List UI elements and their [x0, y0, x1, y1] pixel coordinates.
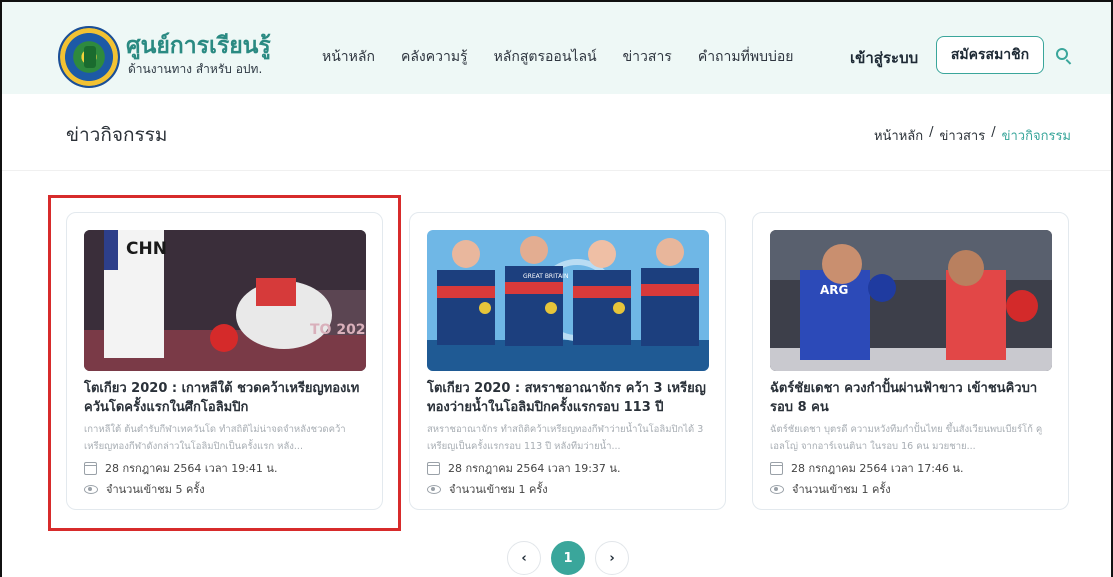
- logo-subtitle: ด้านงานทาง สำหรับ อปท.: [128, 62, 263, 76]
- news-card[interactable]: ARG ฉัตร์ชัยเดชา ควงกำปั้นผ่านฟ้าขาว เข้…: [752, 212, 1069, 510]
- eye-icon: [84, 484, 98, 494]
- main-nav: หน้าหลัก คลังความรู้ หลักสูตรออนไลน์ ข่า…: [322, 46, 819, 68]
- card-views: จำนวนเข้าชม 1 ครั้ง: [770, 480, 891, 498]
- calendar-icon: [427, 461, 440, 475]
- card-excerpt: เกาหลีใต้ ต้นตำรับกีฬาเทควันโด ทำสถิติไม…: [84, 424, 346, 452]
- card-image[interactable]: ARG: [770, 230, 1052, 371]
- card-date-text: 28 กรกฎาคม 2564 เวลา 19:41 น.: [105, 462, 278, 475]
- page-1-button[interactable]: 1: [551, 541, 585, 575]
- card-title[interactable]: ฉัตร์ชัยเดชา ควงกำปั้นผ่านฟ้าขาว เข้าชนค…: [770, 379, 1056, 417]
- logo-title[interactable]: ศูนย์การเรียนรู้: [126, 28, 271, 64]
- eye-icon: [770, 484, 784, 494]
- site-header: ศูนย์การเรียนรู้ ด้านงานทาง สำหรับ อปท. …: [2, 2, 1111, 94]
- card-date-text: 28 กรกฎาคม 2564 เวลา 17:46 น.: [791, 462, 964, 475]
- nav-news[interactable]: ข่าวสาร: [623, 46, 672, 68]
- card-image[interactable]: CHN TO 2020: [84, 230, 366, 371]
- nav-faq[interactable]: คำถามที่พบบ่อย: [698, 46, 794, 68]
- search-icon[interactable]: [1056, 48, 1068, 60]
- next-page-button[interactable]: ›: [595, 541, 629, 575]
- breadcrumb-separator: /: [991, 125, 996, 140]
- breadcrumb: หน้าหลัก / ข่าวสาร / ข่าวกิจกรรม: [874, 125, 1071, 146]
- prev-page-button[interactable]: ‹: [507, 541, 541, 575]
- card-date: 28 กรกฎาคม 2564 เวลา 19:37 น.: [427, 459, 620, 477]
- news-card[interactable]: CHN TO 2020 โตเกียว 2020 : เกาหลีใต้ ชวด…: [66, 212, 383, 510]
- taekwondo-photo: CHN TO 2020: [84, 230, 366, 371]
- eye-icon: [427, 484, 441, 494]
- card-date-text: 28 กรกฎาคม 2564 เวลา 19:37 น.: [448, 462, 621, 475]
- nav-home[interactable]: หน้าหลัก: [322, 46, 375, 68]
- calendar-icon: [770, 461, 783, 475]
- card-views: จำนวนเข้าชม 5 ครั้ง: [84, 480, 205, 498]
- card-image-text: TO 2020: [310, 322, 366, 338]
- card-image[interactable]: GREAT BRITAIN: [427, 230, 709, 371]
- breadcrumb-news[interactable]: ข่าวสาร: [940, 125, 986, 146]
- card-image-text: GREAT BRITAIN: [523, 273, 568, 280]
- card-views: จำนวนเข้าชม 1 ครั้ง: [427, 480, 548, 498]
- card-date: 28 กรกฎาคม 2564 เวลา 17:46 น.: [770, 459, 963, 477]
- card-image-text: CHN: [126, 239, 167, 259]
- card-title[interactable]: โตเกียว 2020 : เกาหลีใต้ ชวดคว้าเหรียญทอ…: [84, 379, 370, 417]
- card-excerpt: ฉัตร์ชัยเดชา บุตรดี ความหวังทีมกำปั้นไทย…: [770, 424, 1043, 452]
- card-views-text: จำนวนเข้าชม 1 ครั้ง: [792, 483, 891, 496]
- logo-seal-icon[interactable]: [58, 26, 120, 88]
- nav-knowledge[interactable]: คลังความรู้: [401, 46, 468, 68]
- boxing-photo: ARG: [770, 230, 1052, 371]
- card-title[interactable]: โตเกียว 2020 : สหราชอาณาจักร คว้า 3 เหรี…: [427, 379, 713, 417]
- breadcrumb-current: ข่าวกิจกรรม: [1001, 129, 1071, 144]
- login-link[interactable]: เข้าสู่ระบบ: [850, 46, 918, 70]
- breadcrumb-home[interactable]: หน้าหลัก: [874, 125, 923, 146]
- card-views-text: จำนวนเข้าชม 1 ครั้ง: [449, 483, 548, 496]
- card-date: 28 กรกฎาคม 2564 เวลา 19:41 น.: [84, 459, 277, 477]
- card-excerpt: สหราชอาณาจักร ทำสถิติคว้าเหรียญทองกีฬาว่…: [427, 424, 704, 452]
- divider: [2, 170, 1111, 171]
- breadcrumb-separator: /: [929, 125, 934, 140]
- register-button[interactable]: สมัครสมาชิก: [936, 36, 1044, 74]
- swimmers-photo: GREAT BRITAIN: [427, 230, 709, 371]
- nav-online-courses[interactable]: หลักสูตรออนไลน์: [494, 46, 597, 68]
- card-views-text: จำนวนเข้าชม 5 ครั้ง: [106, 483, 205, 496]
- calendar-icon: [84, 461, 97, 475]
- card-image-text: ARG: [820, 283, 848, 297]
- news-card[interactable]: GREAT BRITAIN โตเกียว 2020 : สหราชอาณาจั…: [409, 212, 726, 510]
- page-title: ข่าวกิจกรรม: [66, 124, 168, 146]
